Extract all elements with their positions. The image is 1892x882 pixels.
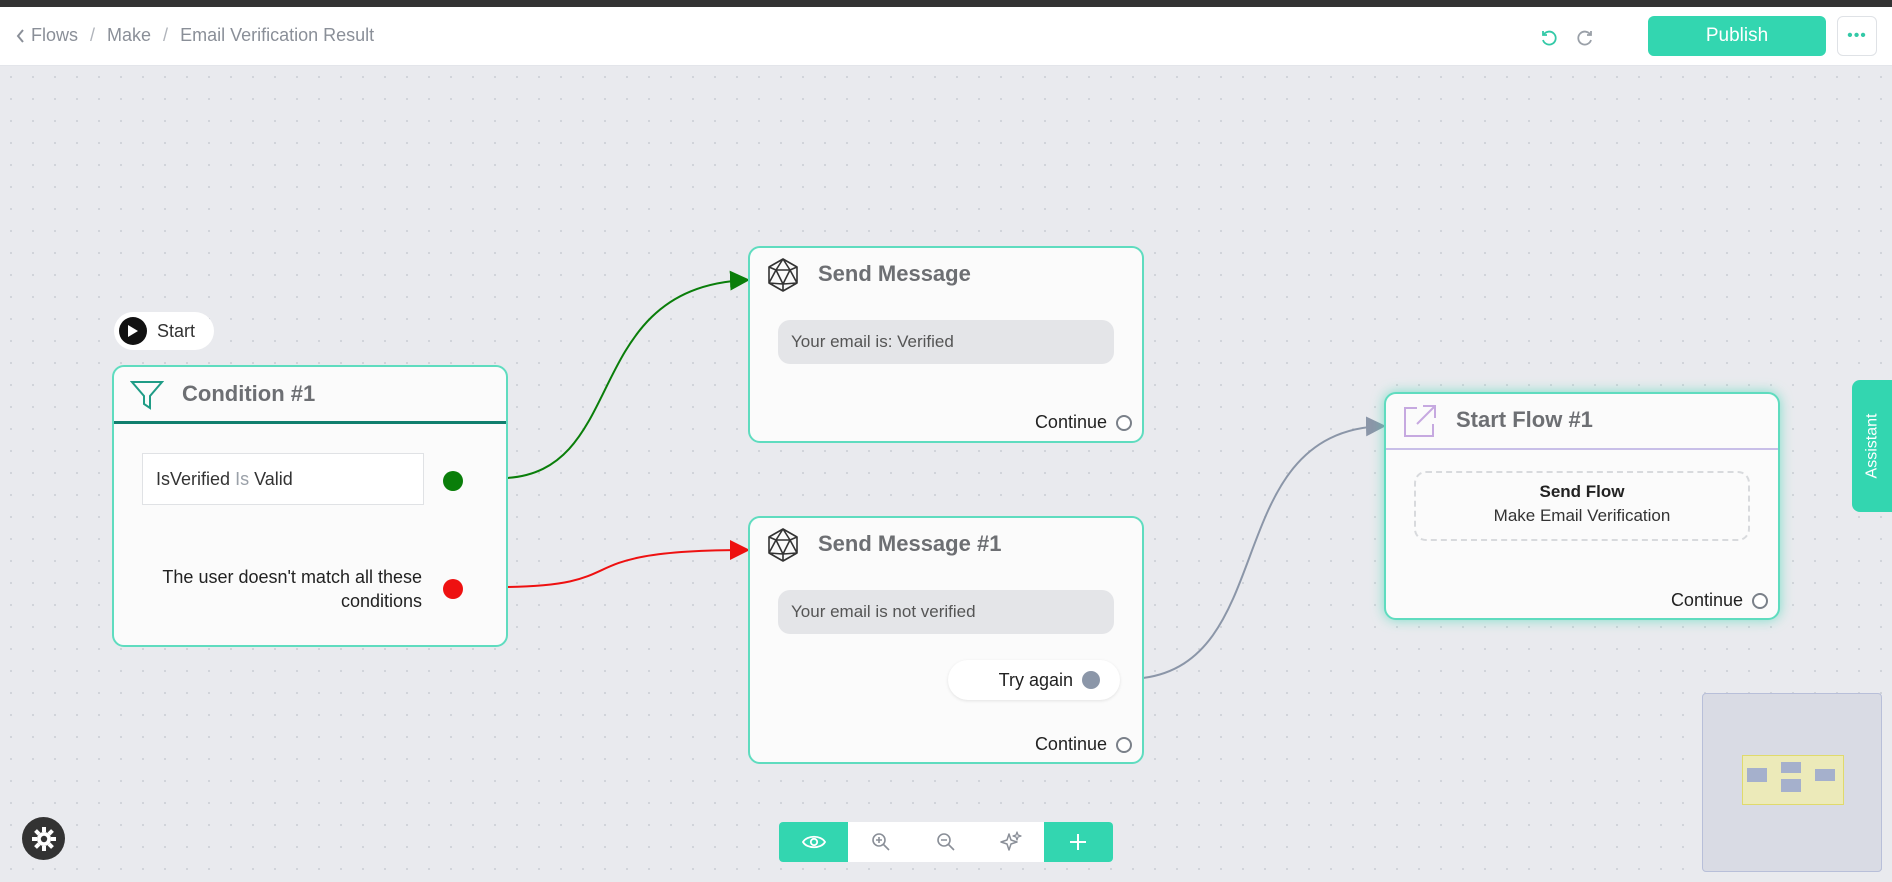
breadcrumb-current: Email Verification Result [180,25,375,45]
condition-rule[interactable]: IsVerified Is Valid [142,453,424,505]
icosahedron-icon [768,258,798,292]
try-again-port[interactable] [1082,671,1100,689]
continue-handle[interactable]: Continue [1035,734,1132,755]
play-icon [119,317,147,345]
eye-icon [801,835,826,849]
auto-layout-button[interactable] [979,822,1044,862]
publish-button[interactable]: Publish [1648,16,1826,56]
zoom-in-button[interactable] [848,822,913,862]
zoom-out-button[interactable] [913,822,978,862]
fallback-text-line2: conditions [340,591,422,611]
message-bubble[interactable]: Your email is: Verified [778,320,1114,364]
start-pill[interactable]: Start [114,312,214,350]
undo-icon [1542,30,1557,46]
undo-button[interactable] [1535,24,1561,50]
condition-field: IsVerified [156,468,231,489]
continue-handle[interactable]: Continue [1671,590,1768,611]
header-bar: Flows / Make / Email Verification Result… [0,7,1892,66]
redo-icon [1577,30,1592,46]
minimap-node [1781,779,1801,792]
continue-port[interactable] [1116,736,1132,753]
redo-button[interactable] [1573,24,1599,50]
send-message-1-title: Send Message #1 [818,531,1002,556]
start-flow-header-divider [1386,448,1778,450]
chevron-left-icon [16,28,24,43]
true-branch-handle[interactable] [443,471,463,491]
message-bubble[interactable]: Your email is not verified [778,590,1114,634]
breadcrumb-separator: / [163,25,169,45]
send-flow-box[interactable]: Send Flow Make Email Verification [1414,471,1750,541]
continue-label: Continue [1034,412,1107,432]
top-stripe [0,0,1892,7]
send-message-1-node[interactable]: Send Message #1 Your email is not verifi… [748,516,1144,764]
zoom-in-icon [871,833,890,851]
breadcrumb-back-link[interactable]: Flows [16,25,78,46]
fallback-text: The user doesn't match all these conditi… [162,565,422,613]
false-branch-handle[interactable] [443,579,463,599]
condition-node-title: Condition #1 [182,381,316,406]
start-flow-node[interactable]: Start Flow #1 Send Flow Make Email Verif… [1384,392,1780,620]
send-message-title: Send Message [818,261,971,286]
condition-value: Valid [254,468,293,489]
continue-port[interactable] [1752,592,1768,609]
send-message-node[interactable]: Send Message Your email is: Verified Con… [748,246,1144,443]
continue-port[interactable] [1116,414,1132,431]
try-again-label: Try again [998,669,1073,690]
start-flow-title: Start Flow #1 [1456,407,1593,432]
continue-label: Continue [1670,590,1743,610]
plus-icon [1070,834,1087,850]
continue-label: Continue [1034,734,1107,754]
zoom-out-icon [937,833,955,851]
sparkle-icon [1000,831,1022,851]
minimap[interactable] [1702,693,1882,872]
minimap-node [1815,769,1835,781]
external-link-icon [1404,405,1436,437]
continue-handle[interactable]: Continue [1035,412,1132,433]
fallback-text-line1: The user doesn't match all these [162,567,422,587]
breadcrumb-separator: / [90,25,96,45]
canvas-toolbar [779,822,1113,862]
settings-button[interactable] [22,817,65,860]
icosahedron-icon [768,528,798,562]
start-label: Start [157,320,196,341]
breadcrumb: Flows / Make / Email Verification Result [16,25,374,46]
gear-icon [31,826,56,851]
condition-operator: Is [235,468,250,489]
add-node-button[interactable] [1043,822,1113,862]
condition-header-divider [114,421,506,424]
preview-button[interactable] [779,822,849,862]
minimap-node [1781,762,1801,773]
send-flow-title: Send Flow [1539,482,1625,501]
minimap-node [1747,768,1767,782]
filter-icon [130,381,164,410]
more-options-button[interactable]: ••• [1837,16,1877,56]
condition-node[interactable]: Condition #1 IsVerified Is Valid The use… [112,365,508,647]
send-flow-target: Make Email Verification [1493,506,1671,525]
assistant-tab[interactable]: Assistant [1852,380,1892,512]
breadcrumb-flows: Flows [31,25,79,45]
breadcrumb-make[interactable]: Make [107,25,151,46]
try-again-button[interactable]: Try again [948,660,1120,700]
assistant-label: Assistant [1863,413,1881,479]
